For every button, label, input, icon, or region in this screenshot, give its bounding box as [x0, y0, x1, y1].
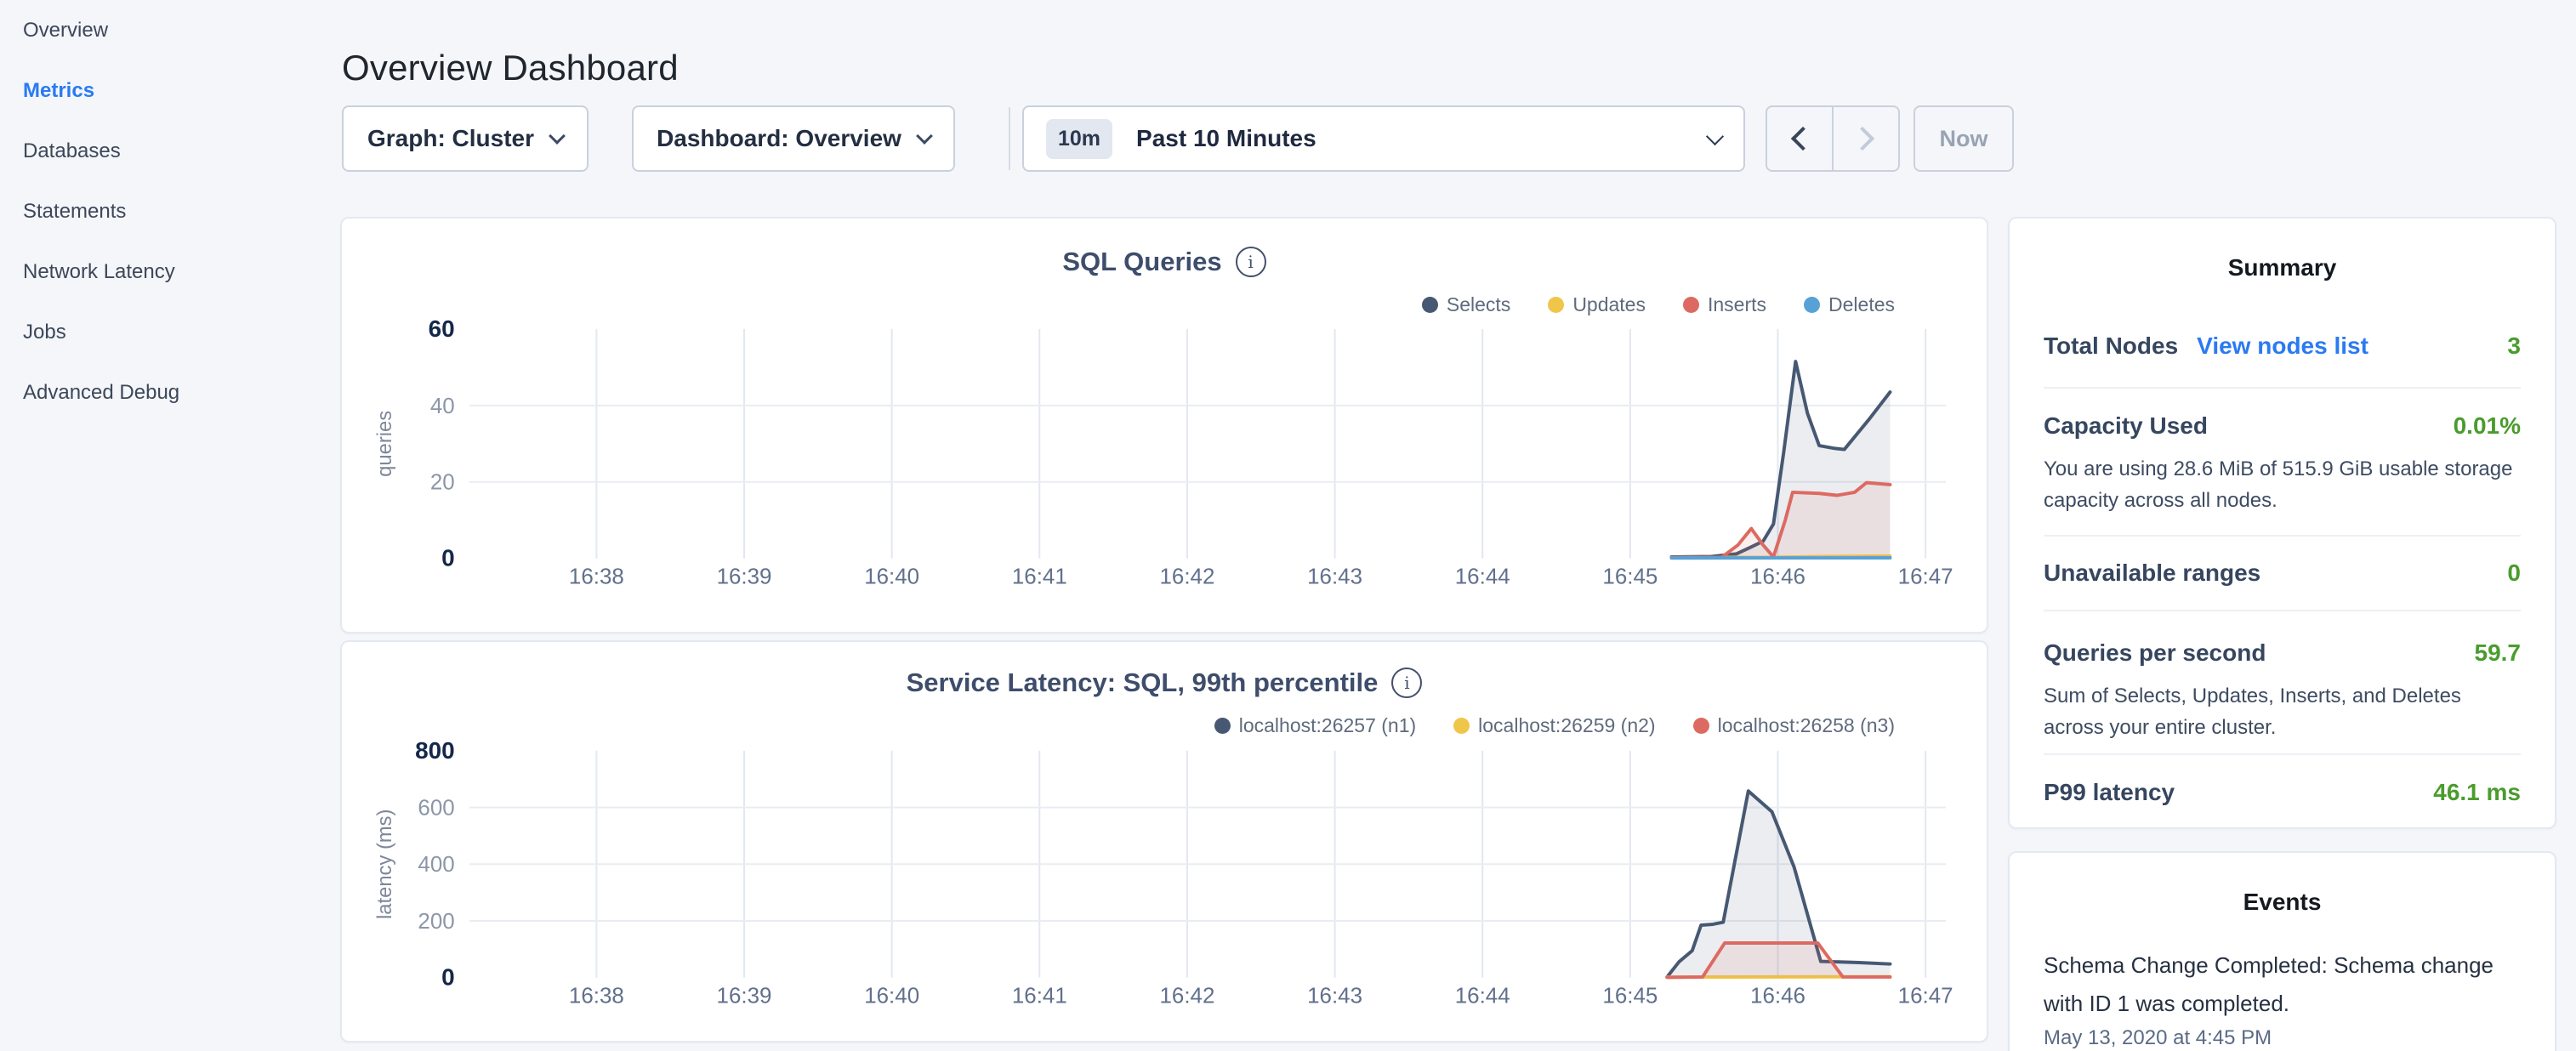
stat-description: You are using 28.6 MiB of 515.9 GiB usab… — [2044, 453, 2521, 516]
stat-label: Capacity Used — [2044, 412, 2208, 440]
controls-divider — [1009, 107, 1010, 170]
svg-text:16:41: 16:41 — [1012, 984, 1067, 1008]
svg-text:16:47: 16:47 — [1898, 984, 1953, 1008]
sidebar-item-advanced-debug[interactable]: Advanced Debug — [23, 362, 329, 423]
chevron-down-icon — [1706, 127, 1724, 145]
time-window-label: Past 10 Minutes — [1136, 125, 1316, 152]
time-step-buttons — [1766, 105, 1900, 172]
summary-row-p99-latency: P99 latency 46.1 ms — [2044, 755, 2521, 830]
stat-value: 59.7 — [2475, 639, 2522, 667]
summary-row-total-nodes: Total Nodes View nodes list 3 — [2044, 305, 2521, 389]
svg-text:queries: queries — [373, 411, 396, 477]
svg-text:16:42: 16:42 — [1159, 984, 1214, 1008]
svg-text:200: 200 — [418, 910, 454, 934]
time-step-back-button[interactable] — [1767, 107, 1834, 170]
chevron-right-icon — [1851, 127, 1874, 151]
svg-text:0: 0 — [441, 964, 455, 991]
sidebar-item-network-latency[interactable]: Network Latency — [23, 241, 329, 302]
sidebar-item-statements[interactable]: Statements — [23, 181, 329, 241]
svg-text:400: 400 — [418, 853, 454, 877]
stat-label: Total Nodes — [2044, 332, 2178, 360]
time-range-dropdown[interactable]: 10m Past 10 Minutes — [1022, 105, 1745, 172]
time-step-forward-button[interactable] — [1834, 107, 1898, 170]
stat-value: 0.01% — [2454, 412, 2521, 440]
now-button[interactable]: Now — [1914, 105, 2014, 172]
stat-label: Unavailable ranges — [2044, 560, 2260, 587]
svg-text:16:46: 16:46 — [1750, 984, 1805, 1008]
summary-panel: Summary Total Nodes View nodes list 3 Ca… — [2008, 217, 2556, 829]
summary-row-unavailable-ranges: Unavailable ranges 0 — [2044, 537, 2521, 611]
stat-label: P99 latency — [2044, 779, 2175, 806]
graph-scope-dropdown[interactable]: Graph: Cluster — [342, 105, 589, 172]
event-message[interactable]: Schema Change Completed: Schema change w… — [2044, 946, 2521, 1023]
time-window-badge: 10m — [1046, 119, 1112, 159]
chevron-down-icon — [549, 128, 566, 145]
svg-text:40: 40 — [430, 395, 455, 418]
summary-row-queries-per-second: Queries per second 59.7 Sum of Selects, … — [2044, 611, 2521, 755]
stat-value: 3 — [2507, 332, 2521, 360]
svg-text:600: 600 — [418, 797, 454, 821]
svg-text:16:41: 16:41 — [1012, 565, 1067, 589]
chevron-down-icon — [916, 128, 933, 145]
svg-text:20: 20 — [430, 471, 455, 495]
sidebar-item-databases[interactable]: Databases — [23, 121, 329, 181]
events-panel: Events Schema Change Completed: Schema c… — [2008, 851, 2556, 1051]
dashboard-label: Dashboard: Overview — [657, 125, 901, 152]
svg-text:16:45: 16:45 — [1602, 565, 1658, 589]
svg-text:800: 800 — [415, 737, 455, 764]
sql-queries-chart-card: SQL Queries i SelectsUpdatesInsertsDelet… — [340, 217, 1988, 633]
events-title: Events — [2044, 889, 2521, 916]
stat-description: Sum of Selects, Updates, Inserts, and De… — [2044, 680, 2521, 743]
svg-text:latency (ms): latency (ms) — [373, 810, 396, 920]
svg-text:16:45: 16:45 — [1602, 984, 1658, 1008]
event-timestamp: May 13, 2020 at 4:45 PM — [2044, 1026, 2521, 1050]
sql-queries-chart[interactable]: 16:38 16:39 16:40 16:41 16:42 16:43 16:44 16:45… — [342, 219, 1987, 632]
stat-value: 46.1 ms — [2433, 779, 2521, 806]
svg-text:16:46: 16:46 — [1750, 565, 1805, 589]
sidebar-nav: Overview Metrics Databases Statements Ne… — [23, 0, 329, 423]
service-latency-chart[interactable]: 16:38 16:39 16:40 16:41 16:42 16:43 16:44 16:45… — [342, 642, 1987, 1041]
svg-text:16:38: 16:38 — [569, 984, 624, 1008]
dashboard-dropdown[interactable]: Dashboard: Overview — [632, 105, 955, 172]
svg-text:16:39: 16:39 — [717, 984, 772, 1008]
svg-text:16:47: 16:47 — [1898, 565, 1953, 589]
svg-text:16:43: 16:43 — [1307, 984, 1362, 1008]
service-latency-chart-card: Service Latency: SQL, 99th percentile i … — [340, 640, 1988, 1042]
svg-text:16:44: 16:44 — [1455, 984, 1510, 1008]
svg-text:16:42: 16:42 — [1159, 565, 1214, 589]
summary-title: Summary — [2044, 254, 2521, 281]
metrics-page: Overview Metrics Databases Statements Ne… — [0, 0, 2576, 1051]
svg-text:0: 0 — [441, 545, 455, 571]
sidebar-item-metrics[interactable]: Metrics — [23, 60, 329, 121]
view-nodes-list-link[interactable]: View nodes list — [2197, 332, 2368, 360]
sidebar-item-overview[interactable]: Overview — [23, 0, 329, 60]
chevron-left-icon — [1791, 127, 1815, 151]
sidebar-item-jobs[interactable]: Jobs — [23, 302, 329, 362]
svg-text:16:40: 16:40 — [864, 565, 919, 589]
svg-text:16:38: 16:38 — [569, 565, 624, 589]
stat-value: 0 — [2507, 560, 2521, 587]
summary-row-capacity-used: Capacity Used 0.01% You are using 28.6 M… — [2044, 389, 2521, 537]
page-title: Overview Dashboard — [342, 48, 679, 88]
graph-scope-label: Graph: Cluster — [367, 125, 534, 152]
svg-text:16:40: 16:40 — [864, 984, 919, 1008]
svg-text:16:44: 16:44 — [1455, 565, 1510, 589]
svg-text:60: 60 — [429, 315, 455, 342]
svg-text:16:43: 16:43 — [1307, 565, 1362, 589]
stat-label: Queries per second — [2044, 639, 2266, 667]
svg-text:16:39: 16:39 — [717, 565, 772, 589]
